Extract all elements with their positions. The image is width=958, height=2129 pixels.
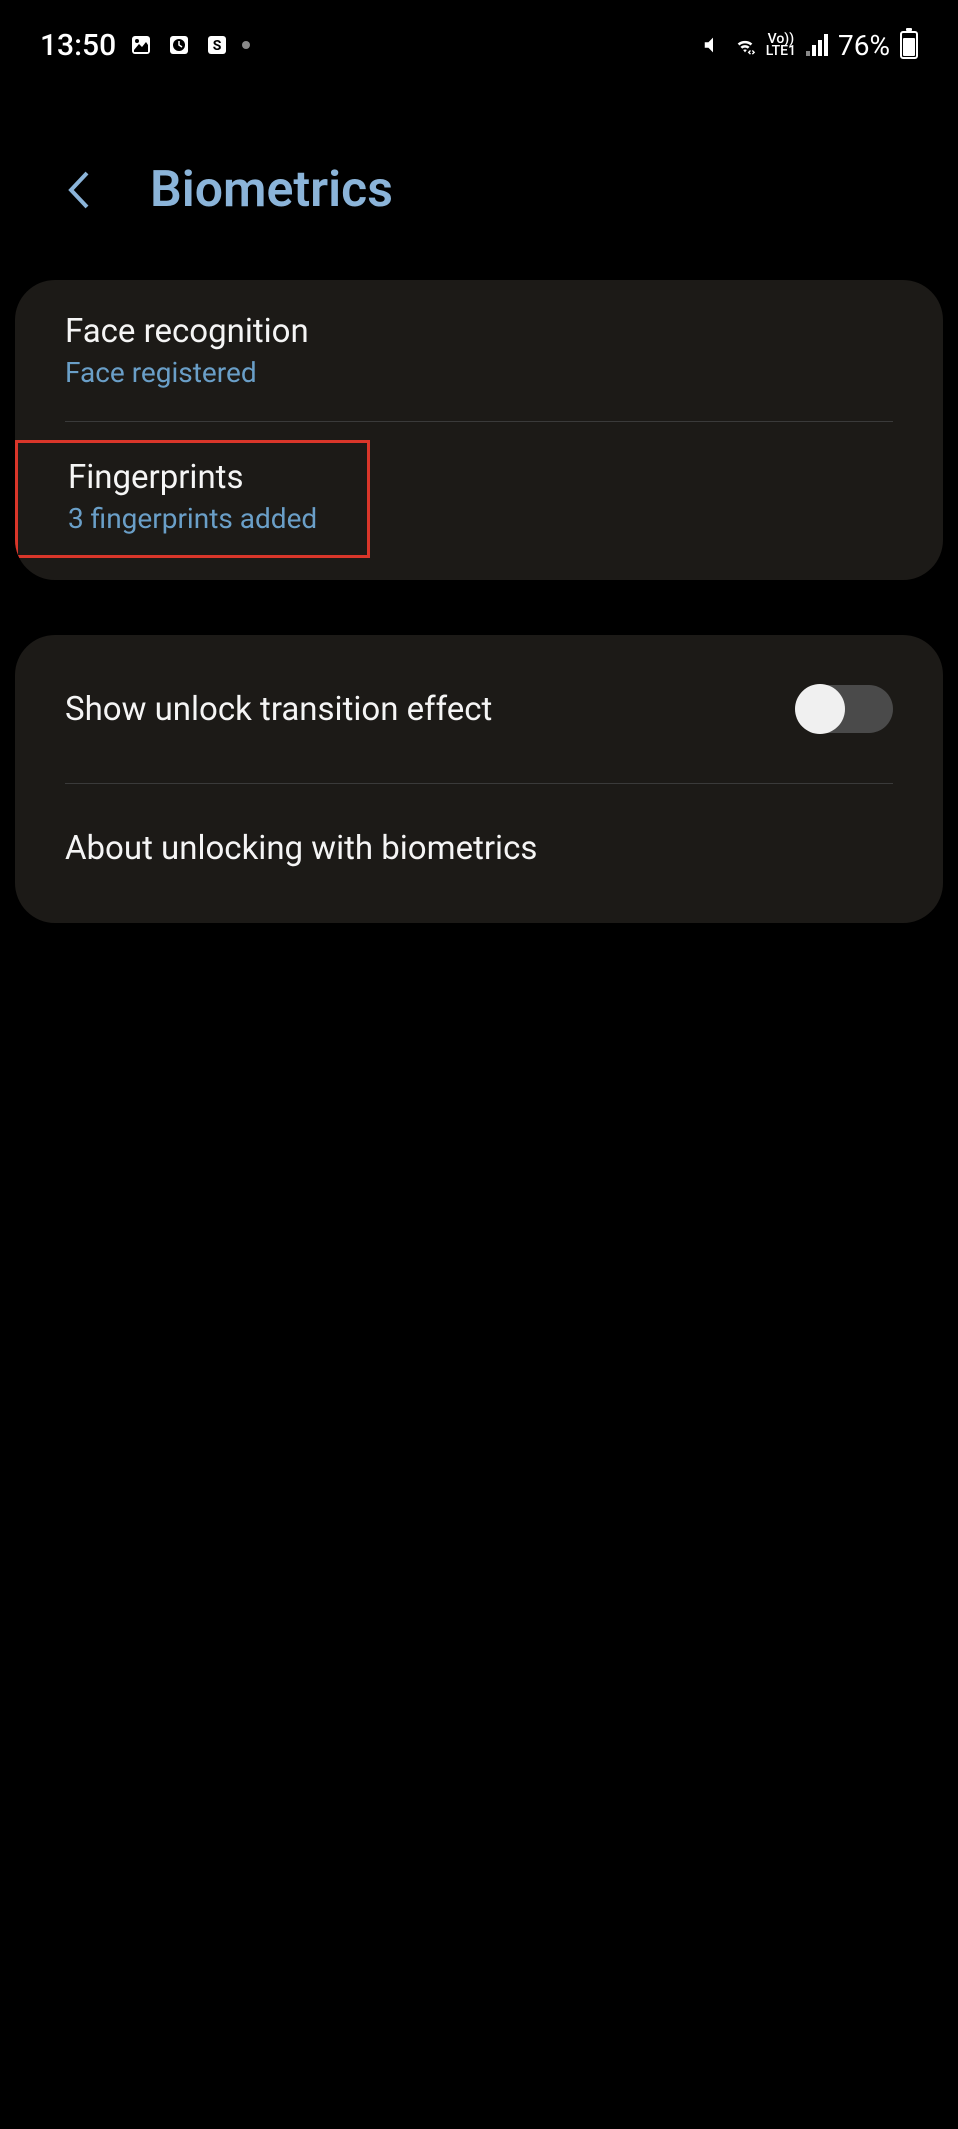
network-type-indicator: Vo)) LTE1 [766, 33, 796, 57]
status-left: 13:50 S [40, 28, 250, 63]
fingerprints-item[interactable]: Fingerprints 3 fingerprints added [15, 422, 943, 580]
options-card: Show unlock transition effect About unlo… [15, 635, 943, 923]
chevron-left-icon [65, 165, 95, 215]
mute-vibrate-icon [702, 34, 724, 56]
status-bar: 13:50 S Vo)) LTE1 76% [0, 0, 958, 80]
biometrics-card: Face recognition Face registered Fingerp… [15, 280, 943, 580]
more-notifications-dot [242, 41, 250, 49]
face-recognition-item[interactable]: Face recognition Face registered [15, 280, 943, 421]
wifi-icon [734, 34, 756, 56]
svg-text:S: S [213, 38, 222, 54]
toggle-thumb [795, 684, 845, 734]
fingerprints-status: 3 fingerprints added [68, 502, 317, 535]
fingerprints-highlight: Fingerprints 3 fingerprints added [15, 440, 370, 558]
clock-icon [166, 32, 192, 58]
page-header: Biometrics [0, 80, 958, 280]
battery-percentage: 76% [838, 29, 890, 62]
about-biometrics-item[interactable]: About unlocking with biometrics [15, 784, 943, 923]
status-right: Vo)) LTE1 76% [702, 29, 918, 62]
face-recognition-status: Face registered [65, 356, 893, 389]
back-button[interactable] [60, 160, 100, 220]
fingerprints-title: Fingerprints [68, 458, 317, 497]
s-app-icon: S [204, 32, 230, 58]
unlock-transition-item[interactable]: Show unlock transition effect [15, 635, 943, 783]
signal-strength-icon [806, 34, 828, 56]
gallery-icon [128, 32, 154, 58]
unlock-transition-toggle[interactable] [797, 685, 893, 733]
settings-content: Face recognition Face registered Fingerp… [0, 280, 958, 923]
about-biometrics-title: About unlocking with biometrics [65, 829, 893, 868]
unlock-transition-title: Show unlock transition effect [65, 690, 492, 729]
battery-icon [900, 31, 918, 59]
status-time: 13:50 [40, 28, 116, 63]
face-recognition-title: Face recognition [65, 312, 893, 351]
page-title: Biometrics [150, 161, 393, 219]
